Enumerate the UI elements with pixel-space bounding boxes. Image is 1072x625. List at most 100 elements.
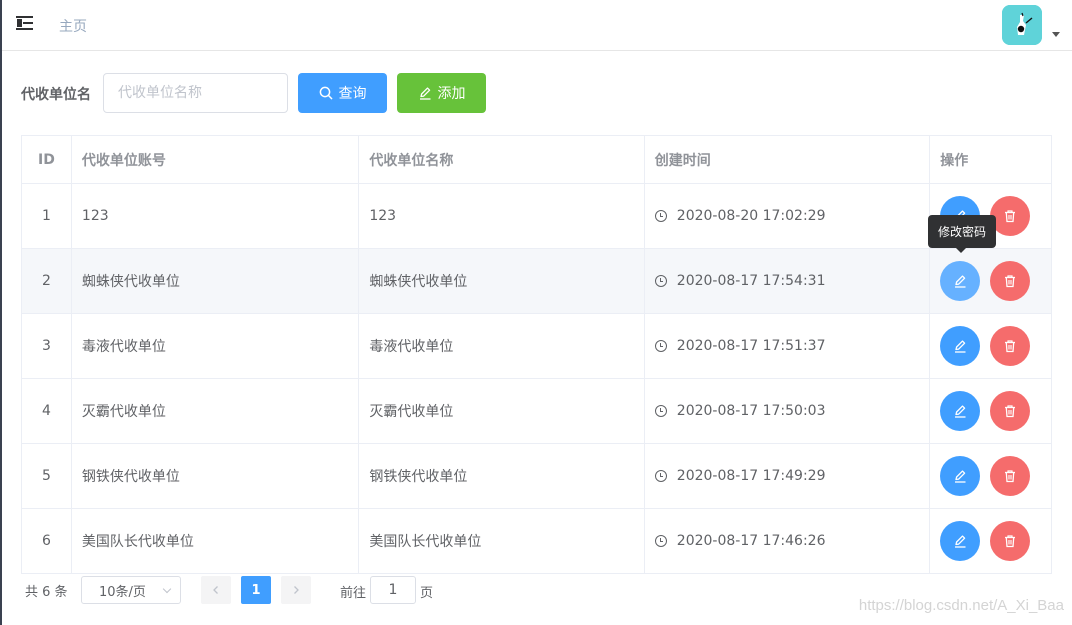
- edit-icon: [955, 275, 966, 288]
- column-header-id: ID: [22, 136, 72, 183]
- table-body: 1 123 123 2020-08-20 17:02:29 2 蜘蛛侠代收单位 蜘蛛侠代收单…: [22, 184, 1051, 574]
- cell-created: 2020-08-17 17:46:26: [645, 509, 931, 573]
- cell-name: 美国队长代收单位: [359, 509, 645, 573]
- table-header-row: ID 代收单位账号 代收单位名称 创建时间 操作: [22, 136, 1051, 184]
- cell-id: 5: [22, 444, 72, 508]
- clock-icon: [654, 535, 667, 547]
- cell-actions: [930, 249, 1051, 313]
- add-button-label: 添加: [437, 86, 466, 102]
- cell-id: 2: [22, 249, 72, 313]
- edit-icon: [955, 470, 966, 483]
- table-row: 4 灭霸代收单位 灭霸代收单位 2020-08-17 17:50:03: [22, 379, 1051, 444]
- cell-account: 美国队长代收单位: [72, 509, 360, 573]
- goto-label: 前往: [340, 586, 367, 601]
- add-button[interactable]: 添加: [397, 73, 486, 113]
- column-header-actions: 操作: [940, 152, 969, 169]
- cell-name: 蜘蛛侠代收单位: [359, 249, 645, 313]
- chevron-right-icon: [294, 586, 299, 594]
- top-navbar: 主页: [2, 0, 1072, 51]
- query-button-label: 查询: [338, 86, 367, 102]
- edit-icon: [955, 340, 966, 353]
- edit-icon: [955, 535, 966, 548]
- search-label: 代收单位名: [21, 87, 91, 103]
- edit-password-button[interactable]: [940, 326, 981, 366]
- edit-password-button[interactable]: [940, 391, 981, 431]
- cell-name: 123: [359, 184, 645, 248]
- next-page-button[interactable]: [281, 576, 311, 604]
- prev-page-button[interactable]: [201, 576, 231, 604]
- table-row: 3 毒液代收单位 毒液代收单位 2020-08-17 17:51:37: [22, 314, 1051, 379]
- cell-id: 6: [22, 509, 72, 573]
- cell-created: 2020-08-17 17:50:03: [645, 379, 931, 443]
- trash-icon: [1005, 340, 1016, 353]
- search-icon: [319, 86, 332, 100]
- column-header-created: 创建时间: [645, 136, 931, 183]
- delete-button[interactable]: [990, 326, 1031, 366]
- trash-icon: [1005, 470, 1016, 483]
- collector-name-search-input[interactable]: [103, 73, 288, 113]
- query-button[interactable]: 查询: [298, 73, 387, 113]
- cell-actions: [930, 444, 1051, 508]
- table-row: 6 美国队长代收单位 美国队长代收单位 2020-08-17 17:46:26: [22, 509, 1051, 574]
- goto-unit-label: 页: [420, 586, 434, 601]
- created-time-text: 2020-08-17 17:50:03: [676, 403, 826, 419]
- delete-button[interactable]: [990, 196, 1031, 236]
- created-time-text: 2020-08-17 17:49:29: [676, 468, 826, 484]
- edit-password-button[interactable]: [940, 521, 981, 561]
- delete-button[interactable]: [990, 261, 1031, 301]
- cell-id: 4: [22, 379, 72, 443]
- created-time-text: 2020-08-17 17:46:26: [676, 533, 826, 549]
- trash-icon: [1005, 405, 1016, 418]
- table-row: 5 钢铁侠代收单位 钢铁侠代收单位 2020-08-17 17:49:29: [22, 444, 1051, 509]
- cell-account: 毒液代收单位: [72, 314, 360, 378]
- cell-id: 3: [22, 314, 72, 378]
- delete-button[interactable]: [990, 456, 1031, 496]
- watermark-text: https://blog.csdn.net/A_Xi_Baa: [858, 597, 1064, 614]
- column-header-account: 代收单位账号: [72, 136, 360, 183]
- clock-icon: [654, 210, 667, 222]
- page-size-select[interactable]: 10条/页: [81, 576, 181, 604]
- table-row: 1 123 123 2020-08-20 17:02:29: [22, 184, 1051, 249]
- cell-account: 钢铁侠代收单位: [72, 444, 360, 508]
- column-header-name: 代收单位名称: [359, 136, 645, 183]
- trash-icon: [1005, 210, 1016, 223]
- cell-account: 灭霸代收单位: [72, 379, 360, 443]
- clock-icon: [654, 275, 667, 287]
- table-row: 2 蜘蛛侠代收单位 蜘蛛侠代收单位 2020-08-17 17:54:31: [22, 249, 1051, 314]
- cell-name: 钢铁侠代收单位: [359, 444, 645, 508]
- cell-account: 123: [72, 184, 360, 248]
- app-left-edge: [0, 0, 2, 625]
- chevron-left-icon: [213, 586, 218, 594]
- cell-created: 2020-08-17 17:51:37: [645, 314, 931, 378]
- cell-actions: [930, 314, 1051, 378]
- cell-name: 灭霸代收单位: [359, 379, 645, 443]
- page-size-value: 10条/页: [99, 584, 146, 600]
- pagination-total: 共 6 条: [25, 585, 68, 600]
- created-time-text: 2020-08-20 17:02:29: [676, 208, 826, 224]
- edit-password-button[interactable]: [940, 456, 981, 496]
- breadcrumb-home[interactable]: 主页: [59, 16, 87, 36]
- cell-created: 2020-08-20 17:02:29: [645, 184, 931, 248]
- clock-icon: [654, 470, 667, 482]
- goto-page-input[interactable]: [370, 576, 416, 604]
- avatar-figure-icon: [1002, 5, 1042, 45]
- user-avatar[interactable]: [1002, 5, 1042, 45]
- hamburger-indent-icon[interactable]: [16, 14, 36, 34]
- delete-button[interactable]: [990, 521, 1031, 561]
- chevron-down-icon: [162, 584, 172, 594]
- delete-button[interactable]: [990, 391, 1031, 431]
- edit-password-tooltip: 修改密码: [928, 215, 996, 253]
- edit-icon: [955, 405, 966, 418]
- edit-icon: [419, 87, 430, 100]
- collector-table: ID 代收单位账号 代收单位名称 创建时间 操作 1 123 123 2020-08-…: [21, 135, 1052, 574]
- cell-name: 毒液代收单位: [359, 314, 645, 378]
- cell-created: 2020-08-17 17:54:31: [645, 249, 931, 313]
- edit-password-button[interactable]: [940, 261, 981, 301]
- trash-icon: [1005, 535, 1016, 548]
- clock-icon: [654, 405, 667, 417]
- cell-account: 蜘蛛侠代收单位: [72, 249, 360, 313]
- page-number-current[interactable]: 1: [241, 576, 271, 604]
- cell-created: 2020-08-17 17:49:29: [645, 444, 931, 508]
- avatar-dropdown-caret-icon[interactable]: [1052, 32, 1060, 37]
- created-time-text: 2020-08-17 17:54:31: [676, 273, 826, 289]
